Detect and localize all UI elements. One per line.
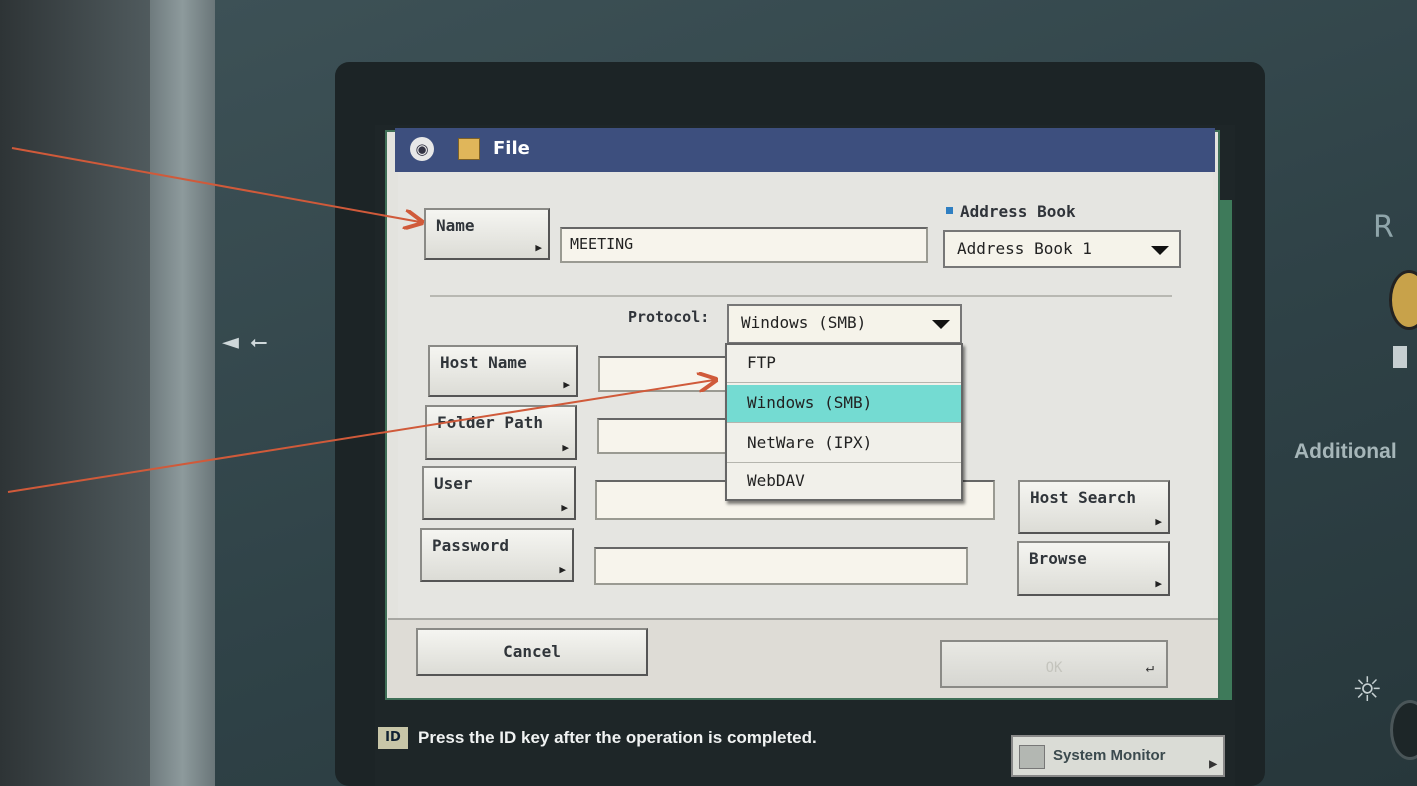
folder-path-button[interactable]: Folder Path ▶ <box>425 405 577 460</box>
browse-label: Browse <box>1029 549 1087 568</box>
name-field[interactable]: MEETING <box>560 227 928 263</box>
protocol-option[interactable]: NetWare (IPX) <box>727 425 961 463</box>
side-label-r: R <box>1373 210 1394 245</box>
host-name-button[interactable]: Host Name ▶ <box>428 345 578 397</box>
ok-label: OK <box>1045 660 1063 676</box>
protocol-select[interactable]: Windows (SMB) <box>727 304 962 344</box>
browse-button[interactable]: Browse ▶ <box>1017 541 1170 596</box>
status-message: Press the ID key after the operation is … <box>418 728 817 747</box>
protocol-label: Protocol: <box>628 308 710 326</box>
arrow-icon: ▶ <box>1155 577 1162 590</box>
chevron-down-icon <box>1151 246 1169 255</box>
arrow-icon: ▶ <box>561 501 568 514</box>
arrow-icon: ▶ <box>1209 759 1217 770</box>
arrow-icon: ▶ <box>563 378 570 391</box>
indicator-light <box>1393 346 1407 368</box>
name-button-label: Name <box>436 216 475 235</box>
user-button[interactable]: User ▶ <box>422 466 576 520</box>
name-button[interactable]: Name ▶ <box>424 208 550 260</box>
password-button[interactable]: Password ▶ <box>420 528 574 582</box>
file-icon <box>458 138 480 160</box>
cancel-button[interactable]: Cancel <box>416 628 648 676</box>
address-book-bullet-icon <box>946 207 953 214</box>
host-name-label: Host Name <box>440 353 527 372</box>
protocol-dropdown-list: FTP Windows (SMB) NetWare (IPX) WebDAV <box>725 343 963 501</box>
arrow-icon: ▶ <box>535 241 542 254</box>
brightness-icon: ☼ <box>1352 670 1383 710</box>
protocol-value: Windows (SMB) <box>741 313 867 332</box>
address-book-value: Address Book 1 <box>957 239 1092 258</box>
usb-icon: ◄ ⭠ <box>222 330 270 355</box>
system-monitor-button[interactable]: System Monitor ▶ <box>1011 735 1225 777</box>
protocol-option[interactable]: WebDAV <box>727 463 961 501</box>
password-label: Password <box>432 536 510 555</box>
password-field[interactable] <box>594 547 968 585</box>
address-book-select[interactable]: Address Book 1 <box>943 230 1181 268</box>
folder-path-field[interactable] <box>597 418 730 454</box>
host-name-field[interactable] <box>598 356 730 392</box>
side-label-additional: Additional <box>1294 440 1397 463</box>
arrow-icon: ▶ <box>562 441 569 454</box>
dialog-title: File <box>493 138 530 159</box>
host-search-button[interactable]: Host Search ▶ <box>1018 480 1170 534</box>
protocol-option-selected[interactable]: Windows (SMB) <box>727 385 961 423</box>
address-book-label: Address Book <box>960 202 1076 221</box>
ok-button[interactable]: OK ↵ <box>940 640 1168 688</box>
globe-icon: ◉ <box>410 137 434 161</box>
folder-path-label: Folder Path <box>437 413 543 432</box>
monitor-icon <box>1019 745 1045 769</box>
chevron-down-icon <box>932 320 950 329</box>
arrow-icon: ▶ <box>1155 515 1162 528</box>
id-badge-icon: ID <box>378 727 408 749</box>
protocol-option[interactable]: FTP <box>727 345 961 383</box>
host-search-label: Host Search <box>1030 488 1136 507</box>
arrow-icon: ▶ <box>559 563 566 576</box>
enter-icon: ↵ <box>1145 660 1154 676</box>
user-label: User <box>434 474 473 493</box>
printer-housing-strip <box>150 0 215 786</box>
divider <box>430 295 1172 297</box>
system-monitor-label: System Monitor <box>1053 747 1166 764</box>
